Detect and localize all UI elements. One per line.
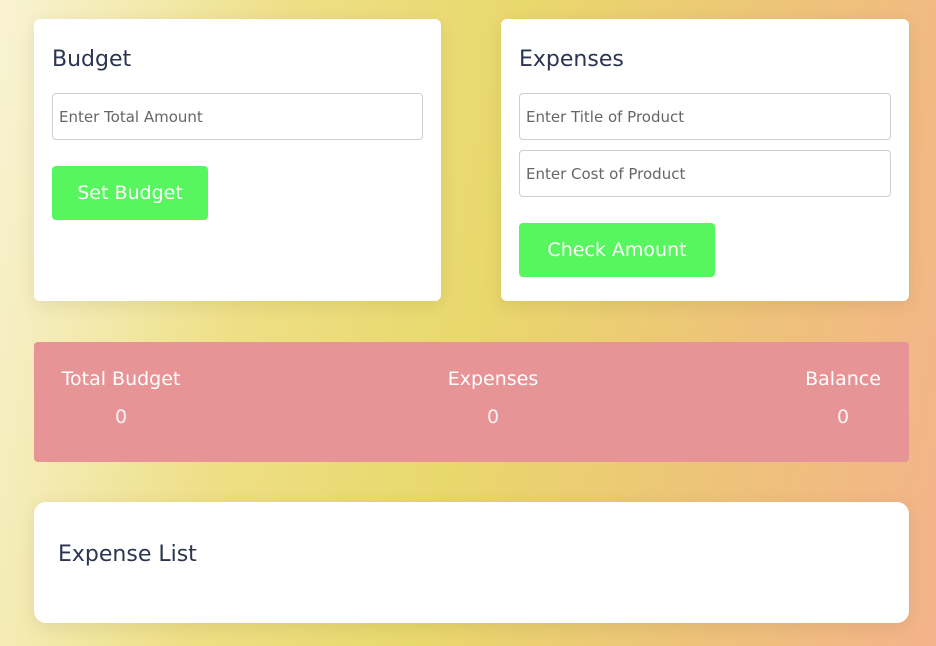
total-amount-input[interactable] [52, 93, 423, 140]
total-budget-value: 0 [114, 406, 128, 428]
expenses-card: Expenses Check Amount [501, 19, 909, 301]
expenses-title: Expenses [519, 47, 624, 72]
expenses-value: 0 [486, 406, 500, 428]
budget-card: Budget Set Budget [34, 19, 441, 301]
set-budget-button[interactable]: Set Budget [52, 166, 208, 220]
total-budget-summary: Total Budget 0 [57, 368, 185, 428]
summary-panel: Total Budget 0 Expenses 0 Balance 0 [34, 342, 909, 462]
balance-summary: Balance 0 [792, 368, 894, 428]
balance-label: Balance [805, 368, 881, 390]
total-budget-label: Total Budget [61, 368, 181, 390]
budget-title: Budget [52, 47, 132, 72]
expense-list-card: Expense List [34, 502, 909, 623]
product-cost-input[interactable] [519, 150, 891, 197]
expenses-label: Expenses [447, 368, 539, 390]
expenses-summary: Expenses 0 [429, 368, 557, 428]
check-amount-button[interactable]: Check Amount [519, 223, 715, 277]
balance-value: 0 [836, 406, 850, 428]
product-title-input[interactable] [519, 93, 891, 140]
expense-list-title: Expense List [58, 542, 197, 567]
